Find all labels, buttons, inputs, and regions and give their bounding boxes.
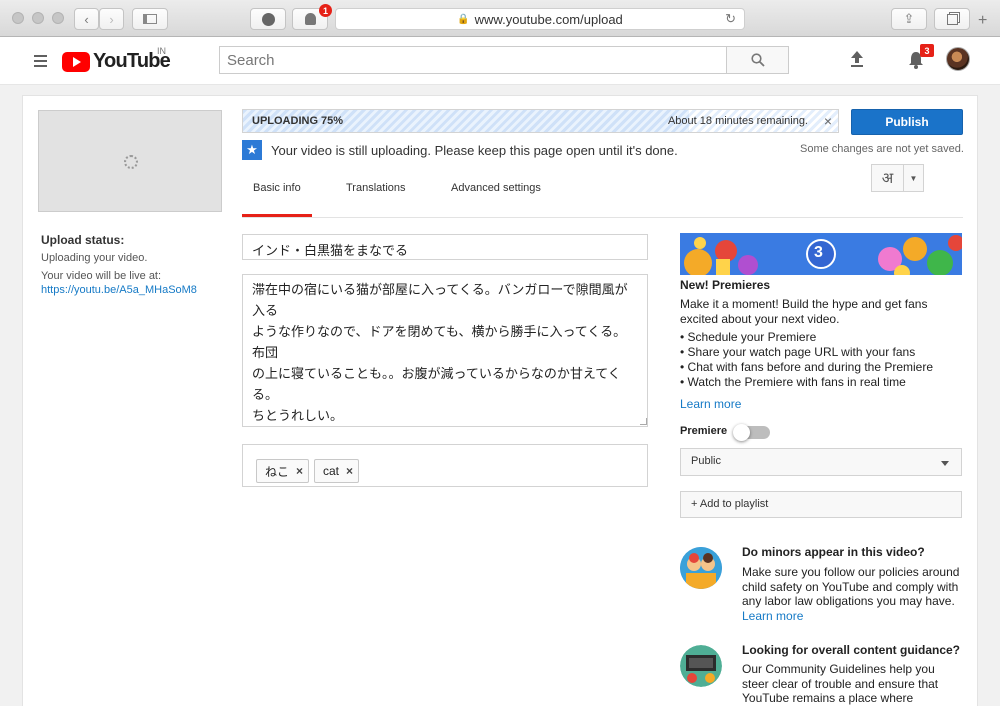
content-guidance-text: Our Community Guidelines help you steer … — [742, 662, 939, 705]
upload-status-text: Uploading your video. — [41, 252, 148, 264]
url-text: www.youtube.com/upload — [474, 11, 623, 27]
minors-guidance-text: Make sure you follow our policies around… — [742, 565, 962, 623]
search-input[interactable]: Search — [219, 46, 727, 74]
visibility-value: Public — [691, 455, 721, 467]
tab-basic-info[interactable]: Basic info — [242, 182, 312, 217]
upload-progress-bar: UPLOADING 75% About 18 minutes remaining… — [242, 109, 839, 133]
forward-button[interactable]: › — [99, 8, 124, 30]
remove-tag-icon[interactable]: × — [296, 464, 303, 478]
unsaved-changes-note: Some changes are not yet saved. — [800, 143, 964, 155]
extension-icon — [261, 12, 275, 26]
ghost-icon — [304, 13, 316, 25]
caret-down-icon — [941, 461, 949, 466]
search-icon — [750, 53, 765, 67]
tab-bar: Basic info Translations Advanced setting… — [242, 170, 963, 218]
tag-label: cat — [323, 464, 340, 478]
visibility-select[interactable]: Public — [680, 448, 962, 476]
menu-icon[interactable] — [34, 55, 47, 70]
list-item: Schedule your Premiere — [680, 330, 933, 345]
premieres-learn-more-link[interactable]: Learn more — [680, 397, 741, 411]
tabs-icon — [946, 13, 958, 25]
tabs-overview-button[interactable] — [934, 8, 970, 30]
youtube-logo[interactable]: YouTube IN — [62, 46, 171, 73]
premiere-toggle[interactable] — [733, 424, 770, 441]
new-tab-button[interactable]: + — [978, 12, 987, 30]
minors-guidance-title: Do minors appear in this video? — [742, 545, 925, 559]
tab-translations[interactable]: Translations — [346, 182, 406, 194]
chevron-left-icon: ‹ — [84, 11, 89, 27]
language-selector[interactable]: अ ▼ — [871, 164, 924, 192]
content-guidance-title: Looking for overall content guidance? — [742, 643, 961, 657]
list-item: Chat with fans before and during the Pre… — [680, 360, 933, 375]
minimize-window-button[interactable] — [32, 12, 44, 24]
premieres-description: Make it a moment! Build the hype and get… — [680, 297, 928, 326]
upload-status-title: Upload status: — [41, 233, 125, 247]
video-title-field[interactable]: インド・白黒猫をまなでる — [242, 234, 648, 260]
tag-chip: ねこ × — [256, 459, 310, 483]
reload-icon[interactable]: ↻ — [725, 11, 736, 27]
list-item: Watch the Premiere with fans in real tim… — [680, 375, 933, 390]
premieres-banner: 3 — [680, 233, 962, 275]
video-url-link[interactable]: https://youtu.be/A5a_MHaSoM8 — [41, 284, 197, 296]
guidelines-illustration-icon — [680, 645, 722, 687]
add-to-playlist-button[interactable]: + Add to playlist — [680, 491, 962, 518]
tag-chip: cat × — [314, 459, 360, 483]
close-window-button[interactable] — [12, 12, 24, 24]
time-remaining: About 18 minutes remaining. — [667, 115, 808, 127]
chevron-right-icon: › — [109, 11, 114, 27]
premieres-banner-number: 3 — [814, 244, 823, 261]
masthead: YouTube IN Search 3 — [0, 37, 1000, 85]
back-button[interactable]: ‹ — [74, 8, 99, 30]
premiere-toggle-label: Premiere — [680, 425, 728, 437]
chevron-down-icon: ▼ — [909, 173, 918, 183]
sidebar-toggle-button[interactable] — [132, 8, 168, 30]
minors-guidance-body: Make sure you follow our policies around… — [742, 565, 960, 608]
ghost-extension-button[interactable]: 1 — [292, 4, 332, 30]
toggle-knob — [733, 424, 750, 441]
youtube-play-icon — [62, 51, 90, 72]
minors-illustration-icon — [680, 547, 722, 589]
share-button[interactable]: ⇪ — [891, 8, 927, 30]
tags-field[interactable]: ねこ × cat × — [242, 444, 648, 487]
cancel-upload-icon[interactable]: × — [824, 113, 832, 129]
avatar[interactable] — [946, 47, 970, 71]
browser-toolbar: ‹ › 1 🔒 www.youtube.com/upload ↻ ⇪ + — [0, 0, 1000, 37]
search-button[interactable] — [726, 46, 789, 74]
address-bar[interactable]: 🔒 www.youtube.com/upload ↻ — [335, 8, 745, 30]
loading-spinner-icon — [124, 155, 138, 169]
zoom-window-button[interactable] — [52, 12, 64, 24]
sidebar-icon — [143, 14, 157, 24]
premieres-feature-list: Schedule your Premiere Share your watch … — [680, 330, 933, 390]
premieres-title: New! Premieres — [680, 278, 771, 292]
live-at-label: Your video will be live at: — [41, 270, 162, 282]
list-item: Share your watch page URL with your fans — [680, 345, 933, 360]
video-description-field[interactable]: 滞在中の宿にいる猫が部屋に入ってくる。バンガローで隙間風が入る ような作りなので… — [242, 274, 648, 427]
upload-progress-label: UPLOADING 75% — [252, 115, 344, 127]
star-icon: ★ — [242, 140, 262, 160]
upload-info-message: Your video is still uploading. Please ke… — [271, 143, 678, 158]
publish-button[interactable]: Publish — [851, 109, 963, 135]
resize-handle-icon[interactable] — [640, 418, 647, 425]
lock-icon: 🔒 — [457, 13, 470, 25]
extension-button[interactable] — [250, 8, 286, 30]
tab-advanced-settings[interactable]: Advanced settings — [451, 182, 541, 194]
notification-count-badge: 3 — [920, 44, 934, 57]
tag-label: ねこ — [265, 464, 290, 479]
extension-badge: 1 — [319, 4, 332, 17]
video-thumbnail — [38, 110, 222, 212]
upload-icon[interactable] — [848, 50, 866, 68]
language-icon: अ — [872, 165, 904, 191]
minors-learn-more-link[interactable]: Learn more — [742, 609, 803, 623]
country-code: IN — [157, 46, 166, 56]
remove-tag-icon[interactable]: × — [346, 464, 353, 478]
share-icon: ⇪ — [903, 11, 915, 26]
